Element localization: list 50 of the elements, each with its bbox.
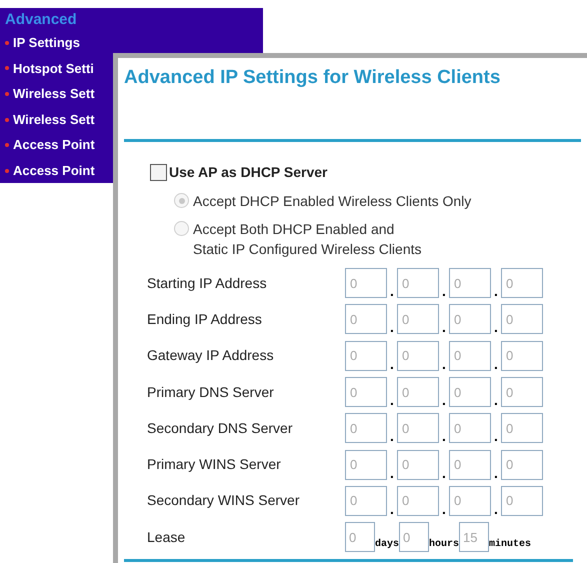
sidebar-item[interactable]: Access Point [13, 135, 95, 155]
bullet-icon [5, 143, 9, 148]
unit-label: hours [429, 539, 460, 552]
dot-separator: . [493, 356, 499, 371]
field-label: Secondary DNS Server [147, 418, 294, 438]
dot-separator: . [441, 429, 447, 444]
dot-separator: . [389, 284, 395, 298]
dot-separator: . [441, 356, 447, 371]
dot-separator: . [441, 393, 447, 408]
unit-label: minutes [489, 539, 532, 552]
bullet-icon [5, 168, 9, 173]
dot-separator: . [441, 502, 447, 516]
dialog-title: Advanced IP Settings for Wireless Clients [124, 66, 500, 90]
dot-separator: . [389, 393, 395, 408]
radio-label: Accept Both DHCP Enabled and Static IP Configured Wireless Clients [193, 220, 422, 259]
bullet-icon [5, 66, 9, 70]
radio-label: Accept DHCP Enabled Wireless Clients Only [193, 192, 472, 211]
unit-label: days [375, 539, 400, 552]
dot-separator: . [389, 320, 395, 334]
bullet-icon [5, 118, 9, 122]
dot-separator: . [493, 429, 499, 444]
dot-separator: . [493, 466, 499, 480]
field-label: Lease [147, 528, 186, 547]
dot-separator: . [441, 320, 447, 334]
dot-separator: . [389, 429, 395, 444]
field-label: Primary WINS Server [147, 455, 282, 474]
dot-separator: . [389, 356, 395, 371]
checkbox-label: Use AP as DHCP Server [169, 163, 328, 182]
dot-separator: . [493, 502, 499, 516]
dot-separator: . [493, 393, 499, 408]
sidebar-item[interactable]: IP Settings [13, 33, 80, 53]
field-label: Ending IP Address [147, 310, 263, 329]
field-label: Secondary WINS Server [147, 491, 300, 510]
field-label: Starting IP Address [147, 274, 268, 293]
dot-separator: . [389, 502, 395, 516]
field-label: Gateway IP Address [147, 346, 275, 366]
bullet-icon [5, 92, 9, 96]
sidebar-item[interactable]: Hotspot Setti [13, 58, 94, 78]
dot-separator: . [441, 284, 447, 298]
sidebar-item[interactable]: Access Point [13, 161, 95, 181]
dot-separator: . [493, 284, 499, 298]
dot-separator: . [493, 320, 499, 334]
dhcp-checkbox[interactable] [150, 164, 167, 181]
sidebar-title: Advanced [5, 10, 77, 30]
dot-separator: . [441, 466, 447, 480]
bullet-icon [5, 40, 9, 45]
sidebar-item[interactable]: Wireless Sett [13, 84, 95, 104]
sidebar-item[interactable]: Wireless Sett [13, 110, 95, 130]
field-label: Primary DNS Server [147, 382, 275, 402]
dot-separator: . [389, 466, 395, 480]
